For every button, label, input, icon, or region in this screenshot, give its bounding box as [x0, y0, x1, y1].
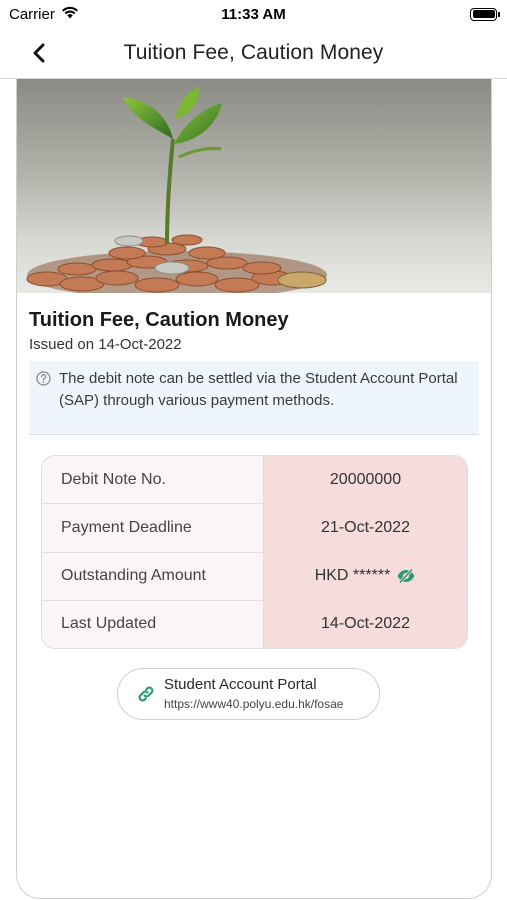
table-row: Debit Note No. 20000000 — [42, 456, 467, 505]
eye-slash-icon — [397, 568, 415, 584]
back-button[interactable] — [28, 41, 50, 65]
row-label: Debit Note No. — [42, 456, 264, 504]
row-value: 14-Oct-2022 — [264, 600, 467, 648]
wifi-icon — [61, 6, 79, 23]
battery-icon — [470, 7, 500, 21]
row-value: 21-Oct-2022 — [264, 504, 467, 552]
info-notice: The debit note can be settled via the St… — [29, 361, 479, 435]
student-account-portal-button[interactable]: Student Account Portal https://www40.pol… — [117, 668, 380, 720]
row-label: Payment Deadline — [42, 504, 264, 552]
payment-deadline: 21-Oct-2022 — [321, 518, 410, 536]
table-row: Payment Deadline 21-Oct-2022 — [42, 504, 467, 553]
page-title: Tuition Fee, Caution Money — [123, 41, 384, 64]
last-updated: 14-Oct-2022 — [321, 615, 410, 633]
row-value: 20000000 — [264, 456, 467, 504]
carrier-group: Carrier — [9, 6, 79, 23]
info-text: The debit note can be settled via the St… — [59, 370, 458, 409]
row-value: HKD ****** — [264, 552, 467, 600]
portal-label: Student Account Portal — [164, 676, 317, 693]
issued-date: Issued on 14-Oct-2022 — [29, 336, 182, 353]
link-icon — [138, 686, 154, 702]
status-bar: Carrier 11:33 AM — [0, 0, 507, 28]
debit-note-number: 20000000 — [329, 470, 402, 488]
hero-image — [17, 79, 491, 293]
row-label: Last Updated — [42, 600, 264, 648]
portal-url: https://www40.polyu.edu.hk/fosae — [164, 697, 344, 711]
note-title: Tuition Fee, Caution Money — [29, 309, 289, 331]
debit-note-card: Tuition Fee, Caution Money Issued on 14-… — [16, 79, 492, 899]
table-row: Last Updated 14-Oct-2022 — [42, 600, 467, 648]
carrier-label: Carrier — [9, 5, 55, 23]
navigation-bar: Tuition Fee, Caution Money — [0, 28, 507, 79]
table-row: Outstanding Amount HKD ****** — [42, 552, 467, 601]
outstanding-amount: HKD ****** — [314, 567, 391, 585]
toggle-amount-visibility-button[interactable] — [396, 568, 416, 584]
debit-note-table: Debit Note No. 20000000 Payment Deadline… — [41, 455, 468, 649]
question-circle-icon — [36, 371, 51, 386]
portal-text: Student Account Portal https://www40.pol… — [164, 676, 343, 712]
chevron-left-icon — [33, 43, 45, 63]
row-label: Outstanding Amount — [42, 552, 264, 600]
